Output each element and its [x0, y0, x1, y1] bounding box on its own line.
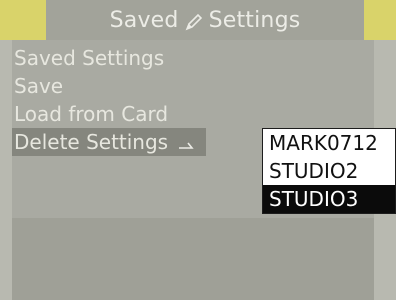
settings-menu: Saved Settings Save Load from Card Delet… [12, 44, 262, 156]
left-accent-tab [0, 0, 46, 40]
popup-item-studio2[interactable]: STUDIO2 [263, 157, 395, 185]
page-title: Saved Settings [46, 0, 364, 40]
right-accent-tab [364, 0, 396, 40]
title-settings: Settings [208, 7, 301, 33]
settings-popup-list: MARK0712 STUDIO2 STUDIO3 [262, 128, 396, 214]
popup-item-studio3[interactable]: STUDIO3 [263, 185, 395, 213]
bottom-panel [12, 218, 374, 300]
title-saved: Saved [109, 7, 179, 33]
settings-screen: Saved Settings Saved Settings Save Load … [0, 0, 396, 300]
menu-item-load-from-card[interactable]: Load from Card [12, 100, 262, 128]
submenu-arrow-icon [178, 129, 196, 149]
menu-item-saved-settings[interactable]: Saved Settings [12, 44, 262, 72]
pencil-icon [185, 12, 203, 31]
popup-item-mark0712[interactable]: MARK0712 [263, 129, 395, 157]
menu-item-save[interactable]: Save [12, 72, 262, 100]
menu-item-label: Delete Settings [14, 130, 169, 154]
left-bezel [0, 0, 12, 300]
menu-item-delete-settings[interactable]: Delete Settings [12, 128, 207, 156]
